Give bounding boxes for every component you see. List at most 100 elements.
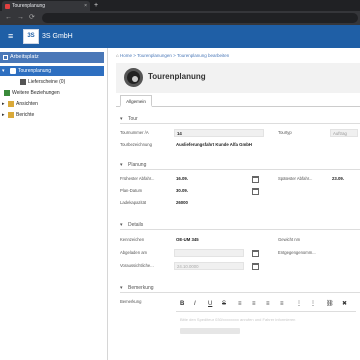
gewicht-label: Gewicht nm: [278, 237, 301, 242]
browser-tab[interactable]: Tourenplanung ×: [2, 1, 90, 11]
sidebar-item-label: Tourenplanung: [18, 68, 52, 74]
ladekapazitaet-field[interactable]: 26000: [174, 199, 224, 207]
workspace-icon: [3, 55, 8, 60]
tourbezeichnung-label: Tourbezeichnung: [120, 142, 152, 147]
ladekapazitaet-label: Ladekapazität: [120, 200, 147, 205]
section-details-header[interactable]: ▾ Details: [120, 220, 360, 230]
browser-tab-title: Tourenplanung: [12, 3, 46, 9]
main-content: ⌂ Home > Tourenplanungen > Tourenplanung…: [110, 48, 360, 360]
breadcrumb-separator: >: [133, 53, 136, 58]
section-title: Planung: [128, 162, 147, 168]
document-icon: [20, 79, 26, 85]
collapsed-arrow-icon[interactable]: ▸: [2, 99, 5, 109]
collapsed-arrow-icon[interactable]: ▸: [2, 110, 5, 120]
chevron-down-icon[interactable]: ▾: [120, 114, 123, 124]
link-icon[interactable]: ⛓: [326, 300, 334, 308]
sidebar-item-label: Lieferscheine (0): [28, 79, 66, 85]
bullet-list-button[interactable]: ⋮: [296, 300, 302, 308]
calendar-icon[interactable]: [252, 176, 259, 183]
section-title: Tour: [128, 116, 138, 122]
plan-datum-label: Plan-Datum: [120, 188, 143, 193]
spaetester-abfahrt-label: Spätester Abfahr...: [278, 176, 313, 181]
section-bemerkung-header[interactable]: ▾ Bemerkung: [120, 283, 360, 293]
sidebar-item-tourenplanung[interactable]: ▾ Tourenplanung: [0, 66, 104, 76]
folder-icon: [8, 101, 14, 107]
clear-format-icon[interactable]: ✖: [342, 300, 347, 308]
breadcrumb-home[interactable]: Home: [120, 53, 132, 58]
strikethrough-button[interactable]: S: [222, 300, 226, 308]
voraussichtlich-label: Voraussichtliche...: [120, 263, 154, 268]
italic-button[interactable]: I: [194, 300, 196, 308]
align-left-button[interactable]: ≡: [238, 300, 242, 308]
page-title: Tourenplanung: [148, 72, 206, 81]
calendar-icon[interactable]: [252, 250, 259, 257]
expand-arrow-icon[interactable]: ▾: [2, 66, 5, 76]
browser-tab-strip: Tourenplanung × +: [0, 0, 360, 11]
tab-allgemein[interactable]: Allgemein: [120, 95, 152, 107]
tourtyp-field[interactable]: Auftrag: [330, 129, 358, 137]
sidebar-header-label: Arbeitsplatz: [10, 54, 39, 60]
sidebar-item-berichte[interactable]: ▸ Berichte: [0, 110, 104, 120]
favicon-icon: [5, 4, 10, 9]
chevron-down-icon[interactable]: ▾: [120, 283, 123, 293]
forward-arrow-icon[interactable]: →: [17, 13, 24, 23]
underline-button[interactable]: U: [208, 300, 212, 308]
link-icon: [4, 90, 10, 96]
section-planung-header[interactable]: ▾ Planung: [120, 160, 360, 170]
plan-datum-field[interactable]: 30.09.: [174, 187, 244, 195]
sidebar-item-label: Berichte: [16, 112, 35, 118]
menu-icon[interactable]: ≡: [8, 31, 13, 41]
app-header: ≡ 3S 3S GmbH: [0, 25, 360, 48]
kennzeichen-label: Kennzeichen: [120, 237, 145, 242]
browser-toolbar: ← → ⟳: [0, 11, 360, 25]
sidebar-header[interactable]: Arbeitsplatz: [0, 52, 104, 63]
voraussichtlich-field[interactable]: 24.10.0000: [174, 262, 244, 270]
sidebar: Arbeitsplatz ▾ Tourenplanung Lieferschei…: [0, 48, 108, 360]
bemerkung-label: Bemerkung: [120, 299, 142, 304]
entgegengenommen-label: Entgegengenomm...: [278, 250, 316, 255]
new-tab-button[interactable]: +: [94, 1, 98, 10]
section-tour-header[interactable]: ▾ Tour: [120, 114, 360, 124]
calendar-icon[interactable]: [252, 188, 259, 195]
company-name: 3S GmbH: [42, 33, 73, 40]
bold-button[interactable]: B: [180, 300, 184, 308]
chevron-down-icon[interactable]: ▾: [120, 220, 123, 230]
tourtyp-label: Tourtyp: [278, 130, 292, 135]
abgeladen-field[interactable]: [174, 249, 244, 257]
spaetester-abfahrt-field[interactable]: 23.09.: [330, 175, 360, 183]
bemerkung-editor[interactable]: Bitte den Spediteur 030/xxxxxxxx anrufen…: [176, 311, 356, 359]
home-icon[interactable]: ⌂: [116, 53, 119, 58]
gewicht-field[interactable]: [330, 236, 358, 244]
tourbezeichnung-field[interactable]: Auslieferungsfahrt Kunde Alfa GmbH: [174, 141, 304, 149]
bemerkung-text: Bitte den Spediteur 030/xxxxxxxx anrufen…: [180, 317, 296, 322]
numbered-list-button[interactable]: ⋮: [310, 300, 316, 308]
breadcrumb-level1[interactable]: Tourenplanungen: [137, 53, 172, 58]
abgeladen-label: Abgeladen am: [120, 250, 148, 255]
section-title: Details: [128, 222, 144, 228]
tab-bar: Allgemein: [116, 95, 360, 107]
close-tab-icon[interactable]: ×: [84, 1, 87, 11]
back-arrow-icon[interactable]: ←: [5, 13, 12, 23]
kennzeichen-field[interactable]: OE-UM 345: [174, 236, 244, 244]
align-right-button[interactable]: ≡: [266, 300, 270, 308]
sidebar-item-ansichten[interactable]: ▸ Ansichten: [0, 99, 104, 109]
fruehester-abfahrt-field[interactable]: 16.09.: [174, 175, 244, 183]
tire-icon: [124, 68, 143, 87]
sidebar-item-lieferscheine[interactable]: Lieferscheine (0): [0, 77, 104, 87]
align-center-button[interactable]: ≡: [252, 300, 256, 308]
sidebar-item-weitere-beziehungen[interactable]: Weitere Beziehungen: [0, 88, 104, 98]
justify-button[interactable]: ≡: [280, 300, 284, 308]
sidebar-item-label: Ansichten: [16, 101, 38, 107]
entgegengenommen-field[interactable]: [330, 249, 358, 257]
breadcrumb: ⌂ Home > Tourenplanungen > Tourenplanung…: [116, 51, 360, 61]
address-bar[interactable]: [42, 13, 358, 23]
breadcrumb-separator: >: [173, 53, 176, 58]
reload-icon[interactable]: ⟳: [29, 13, 35, 23]
chevron-down-icon[interactable]: ▾: [120, 160, 123, 170]
text-line: [180, 328, 240, 334]
breadcrumb-current: Tourenplanung bearbeiten: [176, 53, 230, 58]
tournummer-field[interactable]: 14: [174, 129, 264, 137]
calendar-icon[interactable]: [252, 263, 259, 270]
company-logo: 3S: [23, 29, 39, 44]
fruehester-abfahrt-label: Frühester Abfahr...: [120, 176, 155, 181]
